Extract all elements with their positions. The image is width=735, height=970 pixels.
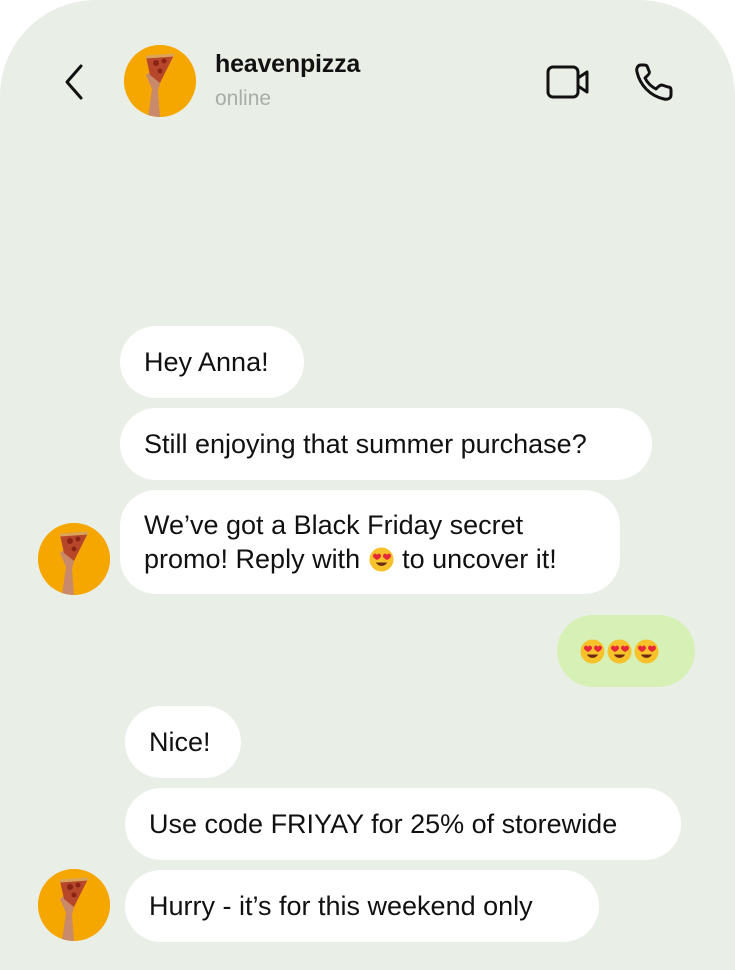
contact-avatar: [38, 523, 110, 595]
contact-avatar: [38, 869, 110, 941]
heart-eyes-emoji: [369, 547, 394, 572]
contact-status: online: [215, 87, 272, 110]
contact-avatar[interactable]: [124, 45, 196, 117]
pizza-hand-avatar-image: [38, 869, 110, 941]
message-bubble[interactable]: Hey Anna!: [120, 326, 304, 398]
message-bubble[interactable]: We’ve got a Black Friday secret promo! R…: [120, 490, 620, 594]
message-bubble[interactable]: Use code FRIYAY for 25% of storewide: [125, 788, 681, 860]
contact-name[interactable]: heavenpizza: [215, 50, 360, 79]
back-button[interactable]: [50, 58, 98, 106]
message-text: to uncover it!: [402, 544, 557, 574]
message-bubble[interactable]: Still enjoying that summer purchase?: [120, 408, 652, 480]
chevron-left-icon: [65, 64, 83, 100]
video-call-button[interactable]: [544, 58, 592, 106]
message-text: We’ve got a Black Friday secret: [144, 510, 524, 540]
outgoing-message-bubble[interactable]: [557, 615, 695, 687]
phone-icon: [635, 63, 673, 101]
pizza-hand-avatar-image: [124, 45, 196, 117]
message-bubble[interactable]: Nice!: [125, 706, 241, 778]
heart-eyes-emoji: [607, 639, 632, 664]
message-text: Nice!: [149, 727, 211, 757]
chat-screen: heavenpizza online Hey Anna! Still enjoy…: [0, 0, 735, 970]
message-text: Hurry - it’s for this weekend only: [149, 891, 533, 921]
heart-eyes-emoji: [580, 639, 605, 664]
message-text: promo! Reply with: [144, 544, 361, 574]
pizza-hand-avatar-image: [38, 523, 110, 595]
voice-call-button[interactable]: [630, 58, 678, 106]
heart-eyes-emoji: [634, 639, 659, 664]
message-text: Use code FRIYAY for 25% of storewide: [149, 809, 618, 839]
message-bubble[interactable]: Hurry - it’s for this weekend only: [125, 870, 599, 942]
message-text: Still enjoying that summer purchase?: [144, 429, 587, 459]
message-text: Hey Anna!: [144, 347, 269, 377]
video-camera-icon: [546, 65, 589, 99]
